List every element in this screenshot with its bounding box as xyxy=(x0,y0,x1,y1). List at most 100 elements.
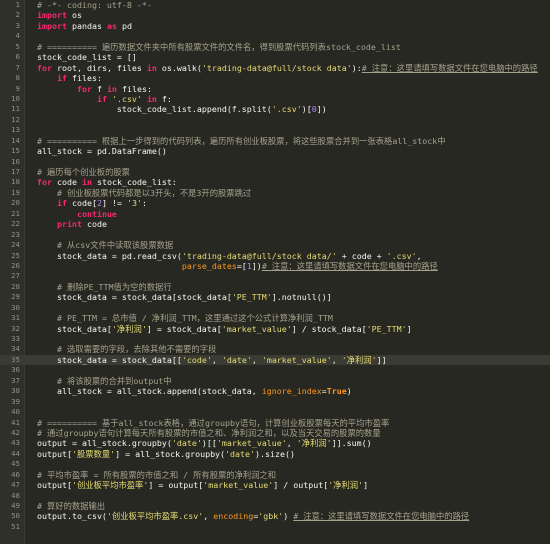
code-line[interactable]: 18 for code in stock_code_list: xyxy=(0,177,550,187)
code-line[interactable]: 21 continue xyxy=(0,209,550,219)
code-token: '创业板平均市盈率.csv' xyxy=(106,511,204,522)
line-number: 37 xyxy=(11,375,20,385)
line-text: # 选取需要的字段，去除其他不需要的字段 xyxy=(37,344,216,354)
code-line[interactable]: 2 import os xyxy=(0,10,550,20)
line-text: for code in stock_code_list: xyxy=(37,177,177,187)
code-token: ) xyxy=(283,511,294,522)
code-line[interactable]: 1 # -*- coding: utf-8 -*- xyxy=(0,0,550,10)
code-line[interactable]: 36 xyxy=(0,365,550,375)
line-number: 48 xyxy=(11,490,20,500)
code-token: pd xyxy=(116,20,132,31)
line-text: print code xyxy=(37,219,107,229)
code-line[interactable]: 15 all_stock = pd.DataFrame() xyxy=(0,146,550,156)
code-line[interactable]: 20 if code[2] != '3': xyxy=(0,198,550,208)
code-line[interactable]: 3 import pandas as pd xyxy=(0,21,550,31)
code-line[interactable]: 13 xyxy=(0,125,550,135)
line-number: 5 xyxy=(15,41,20,51)
line-number: 18 xyxy=(11,177,20,187)
code-line[interactable]: 23 xyxy=(0,230,550,240)
code-line[interactable]: 39 xyxy=(0,397,550,407)
code-token: # 选取需要的字段，去除其他不需要的字段 xyxy=(56,344,217,355)
code-token: output = all_stock.groupby( xyxy=(37,438,172,449)
code-line[interactable]: 35 stock_data = stock_data[['code', 'dat… xyxy=(0,354,550,366)
code-line[interactable]: 14 # ========== 根据上一步得到的代码列表，遍历所有创业板股票，将这… xyxy=(0,136,550,146)
code-line[interactable]: 19 # 创业板股票代码都是以3开头，不是3开的股票跳过 xyxy=(0,188,550,198)
code-line[interactable]: 4 xyxy=(0,31,550,41)
line-text: parse_dates=[1])# 注意：这里请填写数据文件在您电脑中的路径 xyxy=(37,261,438,271)
code-line[interactable]: 32 stock_data['净利润'] = stock_data['marke… xyxy=(0,324,550,334)
code-line[interactable]: 7 for root, dirs, files in os.walk('tradi… xyxy=(0,63,550,73)
line-number: 35 xyxy=(11,354,20,364)
code-line[interactable]: 48 xyxy=(0,491,550,501)
line-text: stock_data['净利润'] = stock_data['market_v… xyxy=(37,324,412,334)
code-line[interactable]: 30 xyxy=(0,303,550,313)
code-line[interactable]: 24 # 从csv文件中读取该股票数据 xyxy=(0,240,550,250)
code-token: # 创业板股票代码都是以3开头，不是3开的股票跳过 xyxy=(56,187,252,198)
code-line[interactable]: 17 # 遍历每个创业板的股票 xyxy=(0,167,550,177)
code-line[interactable]: 50 output.to_csv('创业板平均市盈率.csv', encoding… xyxy=(0,511,550,521)
code-line[interactable]: 25 stock_data = pd.read_csv('trading-dat… xyxy=(0,251,550,261)
code-token: ]) xyxy=(316,104,327,115)
code-token: in xyxy=(146,93,157,104)
line-number: 27 xyxy=(11,271,20,281)
code-area[interactable]: 1 # -*- coding: utf-8 -*- 2 import os 3 impor… xyxy=(0,0,550,532)
code-line[interactable]: 6 stock_code_list = [] xyxy=(0,52,550,62)
code-token: 'date' xyxy=(225,448,256,459)
line-number: 20 xyxy=(11,198,20,208)
line-text: for root, dirs, files in os.walk('tradin… xyxy=(37,63,538,73)
code-token: # 注意：这里请填写数据文件在您电脑中的路径 xyxy=(293,511,470,522)
code-line[interactable]: 44 output['股票数量'] = all_stock.groupby('da… xyxy=(0,449,550,459)
code-token: '创业板平均市盈率' xyxy=(71,480,149,491)
code-line[interactable]: 41 # ========== 基于all_stock表格，通过groupby语句… xyxy=(0,418,550,428)
code-token: 'market_value' xyxy=(203,480,274,491)
line-text: import pandas as pd xyxy=(37,21,132,31)
code-line[interactable]: 43 output = all_stock.groupby('date')[['m… xyxy=(0,438,550,448)
line-number: 31 xyxy=(11,313,20,323)
line-number: 16 xyxy=(11,156,20,166)
code-token: 'trading-data@full/stock data/' xyxy=(181,250,337,261)
code-token: in xyxy=(146,62,157,73)
line-text: # 算好的数据输出 xyxy=(37,501,105,511)
code-line[interactable]: 49 # 算好的数据输出 xyxy=(0,501,550,511)
code-line[interactable]: 31 # PE_TTM = 总市值 / 净利润_TTM，这里通过这个公式计算净利… xyxy=(0,313,550,323)
code-line[interactable]: 9 for f in files: xyxy=(0,84,550,94)
code-line[interactable]: 33 xyxy=(0,334,550,344)
code-line[interactable]: 28 # 删除PE_TTM值为空的数据行 xyxy=(0,282,550,292)
code-line[interactable]: 22 print code xyxy=(0,219,550,229)
code-token: # 注意：这里请填写数据文件在您电脑中的路径 xyxy=(361,62,538,73)
code-line[interactable]: 8 if files: xyxy=(0,73,550,83)
code-line[interactable]: 46 # 平均市盈率 = 所有股票的市值之和 / 所有股票的净利润之和 xyxy=(0,470,550,480)
code-line[interactable]: 45 xyxy=(0,459,550,469)
code-editor[interactable]: 1 # -*- coding: utf-8 -*- 2 import os 3 impor… xyxy=(0,0,550,544)
code-line[interactable]: 37 # 将该股票的合并到output中 xyxy=(0,376,550,386)
code-line[interactable]: 34 # 选取需要的字段，去除其他不需要的字段 xyxy=(0,344,550,354)
code-line[interactable]: 47 output['创业板平均市盈率'] = output['market_va… xyxy=(0,480,550,490)
code-token: , xyxy=(286,438,297,449)
code-line[interactable]: 51 xyxy=(0,522,550,532)
code-line[interactable]: 11 stock_code_list.append(f.split('.csv'… xyxy=(0,104,550,114)
code-token: )[ xyxy=(301,104,312,115)
code-token: os.walk( xyxy=(156,62,202,73)
code-line[interactable]: 29 stock_data = stock_data[stock_data['P… xyxy=(0,292,550,302)
code-line[interactable]: 42 # 通过groupby语句计算每天所有股票的市值之和、净利润之和，以及当天交… xyxy=(0,428,550,438)
line-number: 8 xyxy=(15,73,20,83)
code-token: , xyxy=(331,354,342,365)
code-line[interactable]: 5 # ========== 遍历数据文件夹中所有股票文件的文件名，得到股票代码列… xyxy=(0,42,550,52)
code-line[interactable]: 40 xyxy=(0,407,550,417)
code-token: # 将该股票的合并到output中 xyxy=(56,375,172,386)
code-line[interactable]: 12 xyxy=(0,115,550,125)
code-line[interactable]: 38 all_stock = all_stock.append(stock_da… xyxy=(0,386,550,396)
code-token: import xyxy=(37,10,67,21)
code-line[interactable]: 27 xyxy=(0,271,550,281)
line-number: 46 xyxy=(11,469,20,479)
code-token: '净利润' xyxy=(296,438,332,449)
line-number: 1 xyxy=(15,0,20,9)
code-token: ] != xyxy=(101,198,127,209)
code-line[interactable]: 16 xyxy=(0,157,550,167)
line-number: 6 xyxy=(15,52,20,62)
code-line[interactable]: 26 parse_dates=[1])# 注意：这里请填写数据文件在您电脑中的路… xyxy=(0,261,550,271)
code-line[interactable]: 10 if '.csv' in f: xyxy=(0,94,550,104)
